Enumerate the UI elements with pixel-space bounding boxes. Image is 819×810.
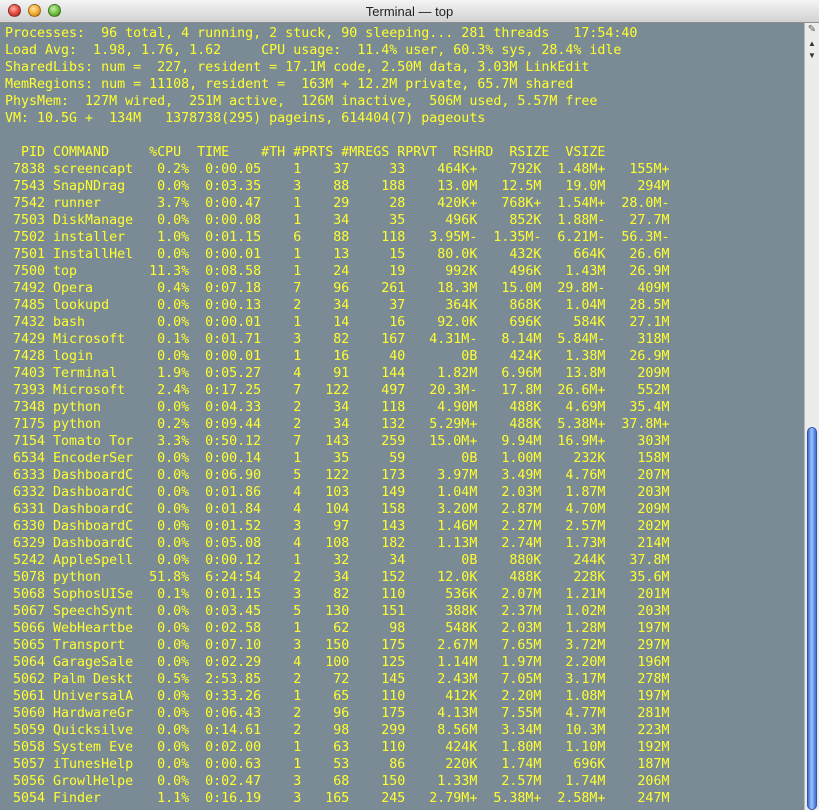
scroll-up-arrow-icon[interactable]: ▲ <box>805 38 819 50</box>
process-row: 5059 Quicksilve 0.0% 0:14.61 2 98 299 8.… <box>5 723 670 738</box>
process-row: 7485 lookupd 0.0% 0:00.13 2 34 37 364K 8… <box>5 298 670 313</box>
process-row: 7428 login 0.0% 0:00.01 1 16 40 0B 424K … <box>5 349 670 364</box>
vertical-scrollbar[interactable]: ✎ ▲ ▼ <box>804 23 819 810</box>
process-row: 5058 System Eve 0.0% 0:02.00 1 63 110 42… <box>5 740 670 755</box>
process-row: 7543 SnapNDrag 0.0% 0:03.35 3 88 188 13.… <box>5 179 670 194</box>
process-row: 5242 AppleSpell 0.0% 0:00.12 1 32 34 0B … <box>5 553 670 568</box>
summary-line: SharedLibs: num = 227, resident = 17.1M … <box>5 60 590 75</box>
process-row: 5078 python 51.8% 6:24:54 2 34 152 12.0K… <box>5 570 670 585</box>
scrollbar-thumb[interactable] <box>807 427 817 810</box>
process-row: 6332 DashboardC 0.0% 0:01.86 4 103 149 1… <box>5 485 670 500</box>
process-row: 7348 python 0.0% 0:04.33 2 34 118 4.90M … <box>5 400 670 415</box>
process-row: 6329 DashboardC 0.0% 0:05.08 4 108 182 1… <box>5 536 670 551</box>
process-row: 5068 SophosUISe 0.1% 0:01.15 3 82 110 53… <box>5 587 670 602</box>
process-row: 6331 DashboardC 0.0% 0:01.84 4 104 158 3… <box>5 502 670 517</box>
process-row: 7501 InstallHel 0.0% 0:00.01 1 13 15 80.… <box>5 247 670 262</box>
terminal-output[interactable]: Processes: 96 total, 4 running, 2 stuck,… <box>0 23 804 810</box>
process-row: 5062 Palm Deskt 0.5% 2:53.85 2 72 145 2.… <box>5 672 670 687</box>
title-bar[interactable]: Terminal — top <box>0 0 819 23</box>
process-row: 5060 HardwareGr 0.0% 0:06.43 2 96 175 4.… <box>5 706 670 721</box>
process-row: 7432 bash 0.0% 0:00.01 1 14 16 92.0K 696… <box>5 315 670 330</box>
window-title: Terminal — top <box>365 4 454 19</box>
process-row: 6333 DashboardC 0.0% 0:06.90 5 122 173 3… <box>5 468 670 483</box>
process-row: 5054 Finder 1.1% 0:16.19 3 165 245 2.79M… <box>5 791 670 806</box>
process-row: 5065 Transport 0.0% 0:07.10 3 150 175 2.… <box>5 638 670 653</box>
summary-line: Processes: 96 total, 4 running, 2 stuck,… <box>5 26 638 41</box>
process-row: 7403 Terminal 1.9% 0:05.27 4 91 144 1.82… <box>5 366 670 381</box>
process-row: 5067 SpeechSynt 0.0% 0:03.45 5 130 151 3… <box>5 604 670 619</box>
process-row: 5066 WebHeartbe 0.0% 0:02.58 1 62 98 548… <box>5 621 670 636</box>
summary-line: MemRegions: num = 11108, resident = 163M… <box>5 77 574 92</box>
scroll-down-arrow-icon[interactable]: ▼ <box>805 50 819 62</box>
process-row: 5064 GarageSale 0.0% 0:02.29 4 100 125 1… <box>5 655 670 670</box>
column-header: PID COMMAND %CPU TIME #TH #PRTS #MREGS R… <box>5 145 606 160</box>
process-row: 6534 EncoderSer 0.0% 0:00.14 1 35 59 0B … <box>5 451 670 466</box>
process-row: 5057 iTunesHelp 0.0% 0:00.63 1 53 86 220… <box>5 757 670 772</box>
process-row: 7154 Tomato Tor 3.3% 0:50.12 7 143 259 1… <box>5 434 670 449</box>
process-row: 7838 screencapt 0.2% 0:00.05 1 37 33 464… <box>5 162 670 177</box>
summary-line: VM: 10.5G + 134M 1378738(295) pageins, 6… <box>5 111 486 126</box>
process-row: 7175 python 0.2% 0:09.44 2 34 132 5.29M+… <box>5 417 670 432</box>
terminal-window: Terminal — top Processes: 96 total, 4 ru… <box>0 0 819 810</box>
process-row: 7429 Microsoft 0.1% 0:01.71 3 82 167 4.3… <box>5 332 670 347</box>
resize-marker-icon: ✎ <box>807 24 817 35</box>
process-row: 7500 top 11.3% 0:08.58 1 24 19 992K 496K… <box>5 264 670 279</box>
process-row: 7502 installer 1.0% 0:01.15 6 88 118 3.9… <box>5 230 670 245</box>
process-row: 6330 DashboardC 0.0% 0:01.52 3 97 143 1.… <box>5 519 670 534</box>
process-row: 7503 DiskManage 0.0% 0:00.08 1 34 35 496… <box>5 213 670 228</box>
process-row: 5056 GrowlHelpe 0.0% 0:02.47 3 68 150 1.… <box>5 774 670 789</box>
summary-line: PhysMem: 127M wired, 251M active, 126M i… <box>5 94 598 109</box>
process-row: 7542 runner 3.7% 0:00.47 1 29 28 420K+ 7… <box>5 196 670 211</box>
process-row: 7393 Microsoft 2.4% 0:17.25 7 122 497 20… <box>5 383 670 398</box>
process-row: 7492 Opera 0.4% 0:07.18 7 96 261 18.3M 1… <box>5 281 670 296</box>
summary-line: Load Avg: 1.98, 1.76, 1.62 CPU usage: 11… <box>5 43 622 58</box>
process-row: 5061 UniversalA 0.0% 0:33.26 1 65 110 41… <box>5 689 670 704</box>
